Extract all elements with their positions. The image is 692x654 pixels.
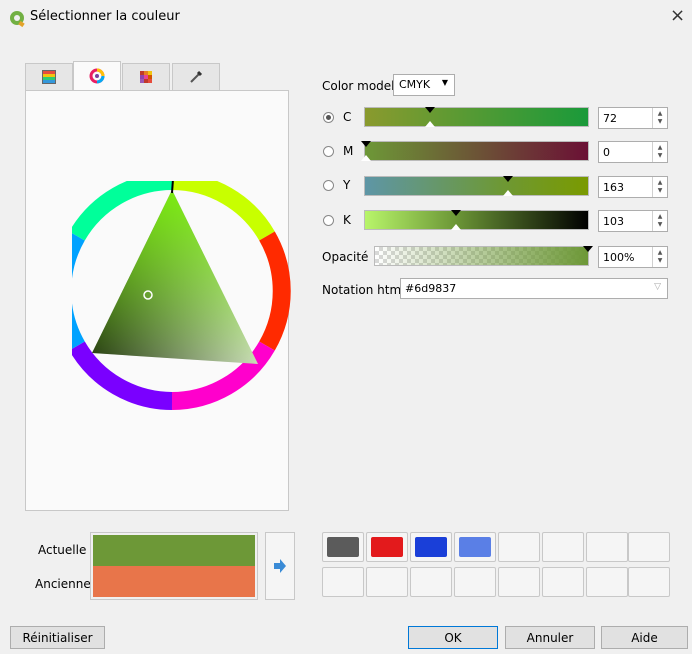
color-preview [90,532,258,600]
swatch[interactable] [454,532,496,562]
color-grid-icon [140,71,152,83]
slider-k[interactable] [364,210,589,230]
spinbox-k[interactable]: 103 ▲ ▼ [598,210,668,232]
swatch[interactable] [454,567,496,597]
opacity-label: Opacité [322,250,369,264]
color-wheel-panel [25,90,292,511]
color-model-value: CMYK [399,78,431,91]
slider-marker[interactable] [361,141,371,147]
color-model-select[interactable]: CMYK ▼ [393,74,455,96]
chevron-down-icon[interactable]: ▽ [654,282,661,292]
channel-label-y: Y [343,178,351,192]
spinbox-y-value: 163 [603,181,624,194]
spin-arrows-icon[interactable]: ▲ ▼ [652,247,667,267]
spinbox-c[interactable]: 72 ▲ ▼ [598,107,668,129]
spin-arrows-icon[interactable]: ▲ ▼ [652,211,667,231]
slider-c[interactable] [364,107,589,127]
opacity-spinbox[interactable]: 100% ▲ ▼ [598,246,668,268]
html-notation-value: #6d9837 [405,282,457,295]
tab-gradient-ramp[interactable] [25,63,73,90]
slider-marker[interactable] [503,176,513,182]
swatch[interactable] [322,567,364,597]
spinbox-m-value: 0 [603,146,610,159]
tab-color-grid[interactable] [122,63,170,90]
swatch[interactable] [366,567,408,597]
slider-m[interactable] [361,141,589,161]
slider-marker[interactable] [583,246,593,252]
channel-label-k: K [343,213,351,227]
chevron-down-icon: ▼ [441,78,448,87]
swatch[interactable] [322,532,364,562]
spin-arrows-icon[interactable]: ▲ ▼ [652,177,667,197]
swatch[interactable] [410,532,452,562]
add-to-swatches-button[interactable] [265,532,295,600]
channel-label-c: C [343,110,352,124]
opacity-slider[interactable] [374,246,593,266]
swatch[interactable] [586,567,628,597]
spin-arrows-icon[interactable]: ▲ ▼ [652,108,667,128]
old-label: Ancienne [35,577,91,591]
radio-m[interactable] [323,146,334,157]
swatch[interactable] [628,532,670,562]
color-wheel[interactable] [72,181,292,431]
gradient-ramp-icon [42,70,56,84]
spinbox-c-value: 72 [603,112,617,125]
radio-c[interactable] [323,112,334,123]
close-icon[interactable]: × [670,5,685,26]
reset-button[interactable]: Réinitialiser [10,626,105,649]
swatch[interactable] [410,567,452,597]
swatch[interactable] [628,567,670,597]
qgis-logo-icon [10,11,24,25]
radio-k[interactable] [323,215,334,226]
arrow-right-icon [274,559,286,573]
help-button[interactable]: Aide [601,626,688,649]
html-notation-input[interactable]: #6d9837 ▽ [400,278,668,299]
spin-arrows-icon[interactable]: ▲ ▼ [652,142,667,162]
swatch[interactable] [498,532,540,562]
swatch[interactable] [366,532,408,562]
swatch-grid [322,532,672,602]
html-notation-label: Notation html [322,283,405,297]
channel-label-m: M [343,144,354,158]
ok-button[interactable]: OK [408,626,498,649]
tab-color-picker[interactable] [172,63,220,90]
swatch[interactable] [498,567,540,597]
current-label: Actuelle [38,543,87,557]
spinbox-y[interactable]: 163 ▲ ▼ [598,176,668,198]
current-color-swatch[interactable] [93,535,255,566]
old-color-swatch[interactable] [93,566,255,597]
swatch[interactable] [542,567,584,597]
cancel-button[interactable]: Annuler [505,626,595,649]
radio-y[interactable] [323,180,334,191]
slider-marker[interactable] [451,210,461,216]
color-wheel-icon [89,68,105,84]
swatch[interactable] [542,532,584,562]
slider-y[interactable] [364,176,589,196]
slider-marker[interactable] [425,107,435,113]
spinbox-m[interactable]: 0 ▲ ▼ [598,141,668,163]
swatch[interactable] [586,532,628,562]
color-model-label: Color model [322,79,395,93]
tab-color-wheel[interactable] [73,61,121,90]
opacity-value: 100% [603,251,635,264]
window-title: Sélectionner la couleur [30,9,180,24]
spinbox-k-value: 103 [603,215,624,228]
color-picker-icon [190,70,203,83]
